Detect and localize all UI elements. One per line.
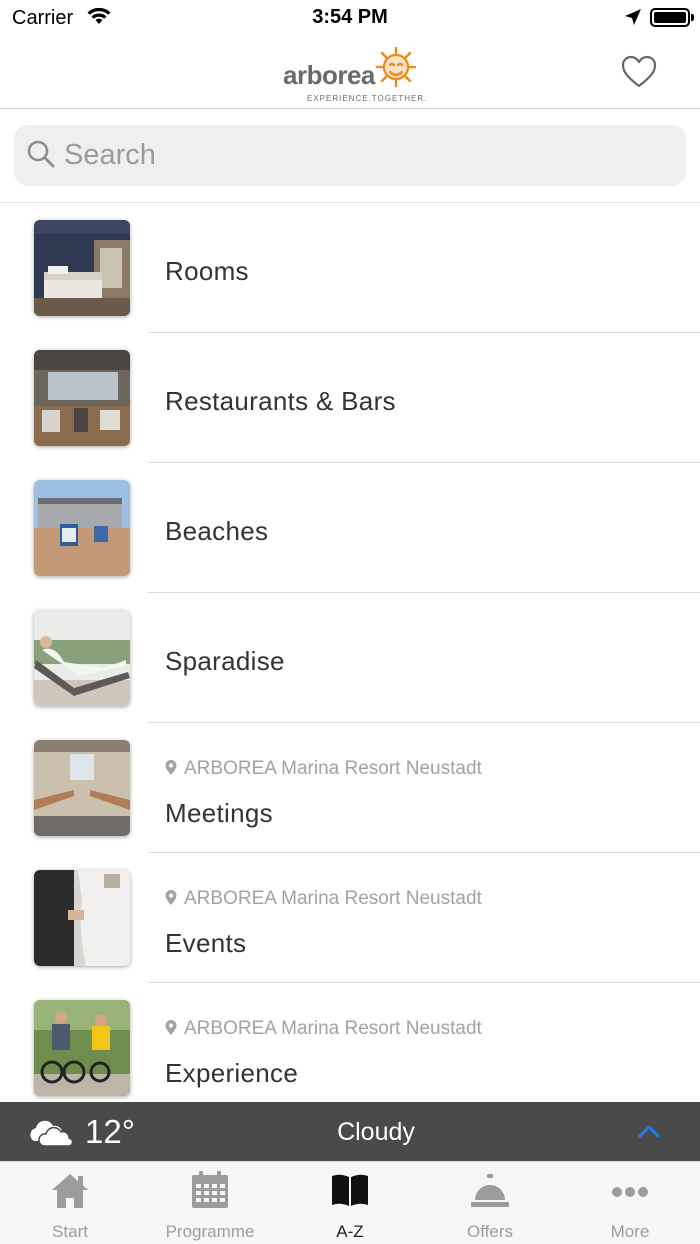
tab-label: Offers (467, 1222, 513, 1241)
list-item-meetings[interactable]: ARBOREA Marina Resort Neustadt Meetings (0, 723, 700, 853)
search-icon (27, 140, 55, 168)
logo-tagline: EXPERIENCE.TOGETHER. (307, 94, 428, 103)
arborea-logo: arborea EXPERIENCE.TOGETHER. (283, 44, 426, 103)
tab-offers[interactable]: Offers (420, 1162, 560, 1244)
item-title: Experience (165, 1058, 299, 1088)
item-location-text: ARBOREA Marina Resort Neustadt (184, 1018, 482, 1039)
item-location: ARBOREA Marina Resort Neustadt (165, 758, 482, 780)
tab-more[interactable]: More (560, 1162, 700, 1244)
location-pin-icon (165, 890, 177, 905)
list-item-restaurants-bars[interactable]: Restaurants & Bars (0, 333, 700, 463)
item-title: Beaches (165, 516, 269, 546)
item-location-text: ARBOREA Marina Resort Neustadt (184, 888, 482, 909)
battery-icon (650, 8, 694, 27)
location-arrow-icon (625, 9, 641, 25)
tab-label: More (610, 1222, 650, 1241)
list-item-events[interactable]: ARBOREA Marina Resort Neustadt Events (0, 853, 700, 983)
item-title: Restaurants & Bars (165, 386, 396, 416)
list-item-sparadise[interactable]: Sparadise (0, 593, 700, 723)
restaurants-thumbnail (34, 350, 130, 446)
beaches-thumbnail (34, 480, 130, 576)
chevron-up-icon[interactable] (638, 1124, 660, 1138)
item-title: Meetings (165, 798, 273, 828)
sparadise-thumbnail (34, 610, 130, 706)
location-pin-icon (165, 1020, 177, 1035)
item-location-text: ARBOREA Marina Resort Neustadt (184, 758, 482, 779)
search-bar[interactable] (14, 125, 686, 186)
item-title: Sparadise (165, 646, 285, 676)
meetings-thumbnail (34, 740, 130, 836)
list-item-experience[interactable]: ARBOREA Marina Resort Neustadt Experienc… (0, 983, 700, 1113)
tab-label: Start (52, 1222, 88, 1241)
search-section (0, 110, 700, 203)
book-icon (332, 1174, 368, 1206)
experience-thumbnail (34, 1000, 130, 1096)
item-title: Events (165, 928, 247, 958)
status-bar: Carrier 3:54 PM (0, 0, 700, 36)
service-bell-icon (471, 1174, 509, 1207)
az-list: Rooms Restaurants & Bars Beaches Sparadi… (0, 203, 700, 1113)
list-item-beaches[interactable]: Beaches (0, 463, 700, 593)
events-thumbnail (34, 870, 130, 966)
item-location: ARBOREA Marina Resort Neustadt (165, 1018, 482, 1040)
app-header: arborea EXPERIENCE.TOGETHER. (0, 36, 700, 109)
tab-label: A-Z (336, 1222, 364, 1241)
status-time: 3:54 PM (312, 6, 388, 28)
item-location: ARBOREA Marina Resort Neustadt (165, 888, 482, 910)
search-input[interactable] (64, 125, 664, 186)
rooms-thumbnail (34, 220, 130, 316)
tab-programme[interactable]: Programme (140, 1162, 280, 1244)
calendar-icon (192, 1171, 228, 1208)
tab-label: Programme (165, 1222, 255, 1241)
weather-condition: Cloudy (337, 1118, 415, 1146)
logo-wordmark: arborea (283, 60, 375, 90)
weather-bar[interactable]: 12° Cloudy (0, 1102, 700, 1161)
more-dots-icon (612, 1187, 648, 1197)
tab-a-z[interactable]: A-Z (280, 1162, 420, 1244)
home-icon (52, 1174, 88, 1208)
item-title: Rooms (165, 256, 249, 286)
tab-bar: Start Programme A-Z Offers More (0, 1161, 700, 1244)
tab-start[interactable]: Start (0, 1162, 140, 1244)
logo-face-icon (375, 46, 417, 88)
favorites-heart-icon[interactable] (620, 54, 658, 90)
location-pin-icon (165, 760, 177, 775)
list-item-rooms[interactable]: Rooms (0, 203, 700, 333)
